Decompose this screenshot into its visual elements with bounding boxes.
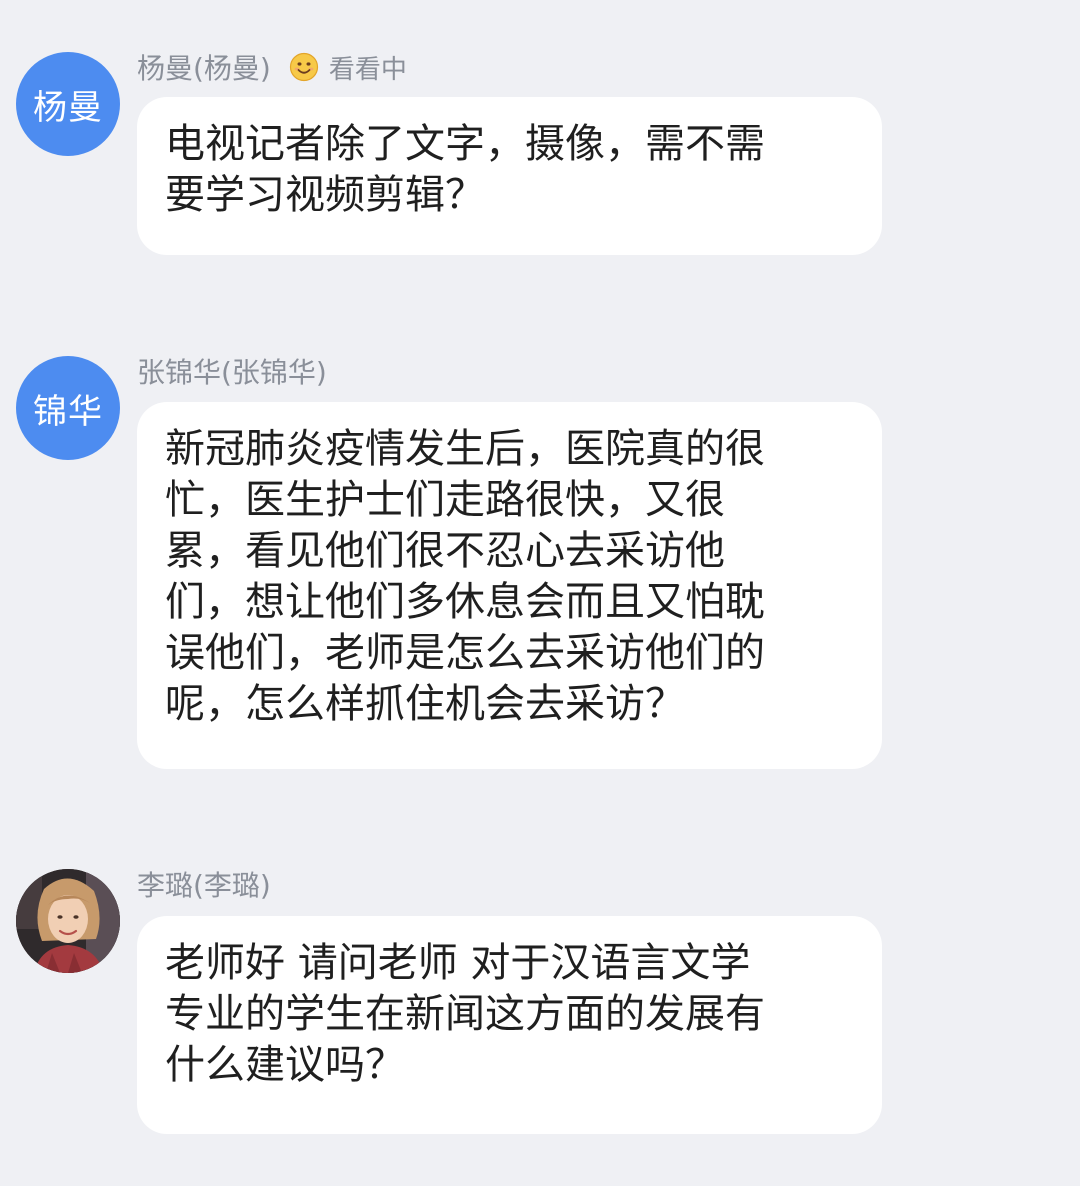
message-text: 新冠肺炎疫情发生后，医院真的很 忙，医生护士们走路很快，又很 累，看见他们很不忍… xyxy=(165,426,765,727)
user-photo-icon xyxy=(16,869,120,973)
avatar-text: 杨曼 xyxy=(33,87,103,128)
sender-name: 李璐(李璐) xyxy=(137,869,271,902)
sender-name: 张锦华(张锦华) xyxy=(137,356,327,389)
message-bubble[interactable]: 老师好 请问老师 对于汉语言文学 专业的学生在新闻这方面的发展有 什么建议吗？ xyxy=(137,916,882,1134)
avatar[interactable]: 杨曼 xyxy=(16,52,120,156)
sender-name: 杨曼(杨曼) xyxy=(137,52,271,85)
message-bubble[interactable]: 新冠肺炎疫情发生后，医院真的很 忙，医生护士们走路很快，又很 累，看见他们很不忍… xyxy=(137,402,882,769)
smiling-face-icon xyxy=(289,52,318,82)
sender-row: 李璐(李璐) xyxy=(137,864,271,904)
sender-row: 张锦华(张锦华) xyxy=(137,351,327,391)
message-text: 电视记者除了文字，摄像，需不需 要学习视频剪辑？ xyxy=(165,121,765,218)
message-text: 老师好 请问老师 对于汉语言文学 专业的学生在新闻这方面的发展有 什么建议吗？ xyxy=(165,940,765,1088)
status-text: 看看中 xyxy=(328,54,407,85)
sender-row: 杨曼(杨曼) 看看中 xyxy=(137,47,407,87)
avatar[interactable]: 锦华 xyxy=(16,356,120,460)
user-status: 看看中 xyxy=(289,49,407,86)
avatar-text: 锦华 xyxy=(33,391,103,432)
message-bubble[interactable]: 电视记者除了文字，摄像，需不需 要学习视频剪辑？ xyxy=(137,97,882,255)
chat-message-list: 杨曼 杨曼(杨曼) 看看中 电视记者除了文字，摄像，需不需 要学习视频剪辑？ 锦… xyxy=(0,0,1080,1186)
avatar[interactable] xyxy=(16,869,120,973)
